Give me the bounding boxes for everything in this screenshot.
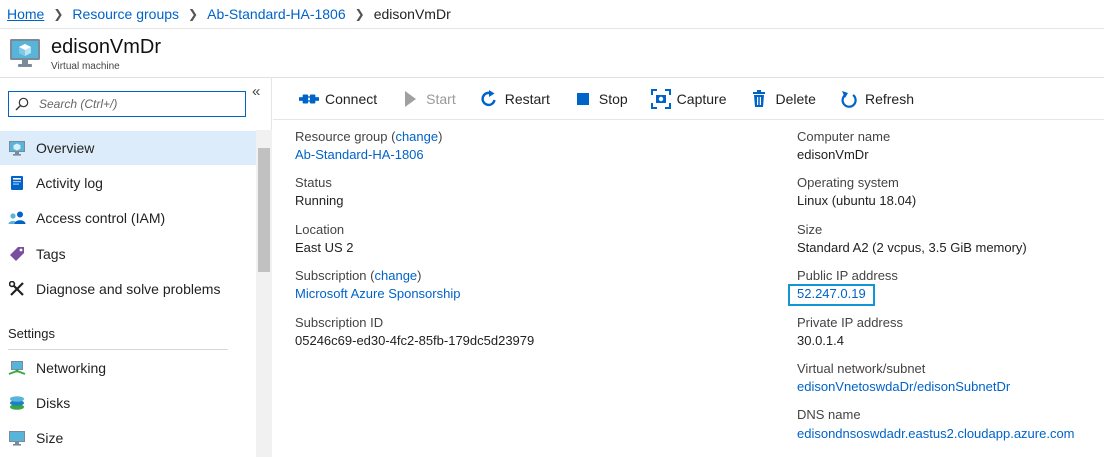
- public-ip-link[interactable]: 52.247.0.19: [797, 286, 866, 301]
- sidebar-item-label: Diagnose and solve problems: [36, 281, 221, 297]
- size-label: Size: [797, 222, 823, 237]
- location-label: Location: [295, 222, 345, 237]
- sidebar-item-networking[interactable]: Networking: [0, 351, 256, 385]
- trash-icon: [749, 89, 769, 109]
- delete-label: Delete: [775, 90, 816, 107]
- dns-label: DNS name: [797, 407, 861, 422]
- sidebar-item-tags[interactable]: Tags: [0, 237, 256, 271]
- sidebar-item-label: Size: [36, 430, 64, 446]
- capture-icon: [650, 88, 671, 109]
- location-value: East US 2: [295, 240, 354, 255]
- start-button[interactable]: Start: [400, 89, 456, 109]
- private-ip-value: 30.0.1.4: [797, 333, 844, 348]
- computer-name-label: Computer name: [797, 129, 891, 144]
- private-ip-label: Private IP address: [797, 315, 903, 330]
- section-settings: Settings: [8, 326, 55, 341]
- chevron-right-icon: ❯: [53, 7, 64, 21]
- sidebar-item-size[interactable]: Size: [0, 421, 256, 455]
- sidebar-item-access-control[interactable]: Access control (IAM): [0, 201, 256, 235]
- sidebar-item-overview[interactable]: Overview: [0, 131, 256, 165]
- sidebar-item-activity-log[interactable]: Activity log: [0, 166, 256, 200]
- collapse-menu-button[interactable]: «: [252, 83, 260, 100]
- capture-label: Capture: [676, 90, 727, 107]
- search-icon: [15, 97, 29, 111]
- status-label: Status: [295, 175, 332, 190]
- menu-search-input[interactable]: [39, 95, 239, 113]
- section-divider: [8, 349, 228, 350]
- change-subscription-link[interactable]: change: [375, 268, 418, 283]
- networking-icon: [8, 359, 26, 377]
- refresh-button[interactable]: Refresh: [839, 89, 914, 109]
- sidebar-scrollbar[interactable]: [256, 130, 272, 457]
- sidebar-item-diagnose[interactable]: Diagnose and solve problems: [0, 272, 256, 306]
- page-title: edisonVmDr: [51, 36, 162, 58]
- start-label: Start: [426, 90, 456, 107]
- page-subtitle: Virtual machine: [51, 61, 120, 72]
- size-icon: [8, 429, 26, 447]
- sidebar-item-label: Activity log: [36, 175, 103, 191]
- os-label: Operating system: [797, 175, 899, 190]
- subscription-id-value: 05246c69-ed30-4fc2-85fb-179dc5d23979: [295, 333, 535, 348]
- resource-header: edisonVmDr Virtual machine: [0, 30, 1104, 78]
- activity-log-icon: [8, 174, 26, 192]
- status-value: Running: [295, 193, 344, 208]
- subscription-id-label: Subscription ID: [295, 315, 384, 330]
- chevron-right-icon: ❯: [188, 7, 199, 21]
- breadcrumb: Home ❯ Resource groups ❯ Ab-Standard-HA-…: [0, 0, 1104, 29]
- sidebar-item-disks[interactable]: Disks: [0, 386, 256, 420]
- refresh-icon: [839, 89, 859, 109]
- vnet-label: Virtual network/subnet: [797, 361, 926, 376]
- overview-icon: [8, 139, 26, 157]
- breadcrumb-current: edisonVmDr: [373, 6, 451, 22]
- stop-label: Stop: [598, 90, 628, 107]
- delete-button[interactable]: Delete: [749, 89, 816, 109]
- play-icon: [400, 89, 420, 109]
- subscription-link[interactable]: Microsoft Azure Sponsorship: [295, 286, 460, 301]
- vnet-link[interactable]: edisonVnetoswdaDr/edisonSubnetDr: [797, 379, 1010, 394]
- sidebar-item-label: Networking: [36, 360, 107, 376]
- wrench-icon: [8, 280, 26, 298]
- restart-icon: [479, 89, 499, 109]
- connect-label: Connect: [325, 90, 378, 107]
- os-value: Linux (ubuntu 18.04): [797, 193, 917, 208]
- breadcrumb-resource-group[interactable]: Ab-Standard-HA-1806: [207, 6, 346, 22]
- resource-group-link[interactable]: Ab-Standard-HA-1806: [295, 147, 424, 162]
- tag-icon: [8, 245, 26, 263]
- restart-label: Restart: [504, 90, 550, 107]
- size-value: Standard A2 (2 vcpus, 3.5 GiB memory): [797, 240, 1027, 255]
- capture-button[interactable]: Capture: [650, 88, 727, 109]
- computer-name-value: edisonVmDr: [797, 147, 869, 162]
- subscription-label: Subscription (change): [295, 268, 422, 283]
- virtual-machine-icon: [10, 39, 40, 67]
- breadcrumb-home[interactable]: Home: [7, 6, 44, 22]
- sidebar-item-label: Tags: [36, 246, 66, 262]
- chevron-right-icon: ❯: [354, 7, 365, 21]
- breadcrumb-resource-groups[interactable]: Resource groups: [72, 6, 179, 22]
- command-bar: Connect Start Restart Stop Capture Delet…: [273, 78, 1104, 120]
- sidebar-item-label: Overview: [36, 140, 95, 156]
- public-ip-label: Public IP address: [797, 268, 898, 283]
- refresh-label: Refresh: [864, 90, 914, 107]
- sidebar-item-label: Disks: [36, 395, 71, 411]
- stop-button[interactable]: Stop: [573, 89, 628, 109]
- disks-icon: [8, 394, 26, 412]
- access-control-icon: [8, 209, 26, 227]
- resource-group-label: Resource group (change): [295, 129, 443, 144]
- dns-link[interactable]: edisondnsoswdadr.eastus2.cloudapp.azure.…: [797, 426, 1075, 441]
- sidebar-item-label: Access control (IAM): [36, 210, 166, 226]
- connect-button[interactable]: Connect: [299, 89, 377, 109]
- scrollbar-thumb[interactable]: [258, 148, 270, 272]
- menu-search-box[interactable]: [8, 91, 246, 117]
- change-resource-group-link[interactable]: change: [395, 129, 438, 144]
- resource-menu: « Overview Activity log Access control (…: [0, 78, 272, 457]
- plug-icon: [299, 89, 319, 109]
- stop-icon: [573, 89, 593, 109]
- restart-button[interactable]: Restart: [479, 89, 550, 109]
